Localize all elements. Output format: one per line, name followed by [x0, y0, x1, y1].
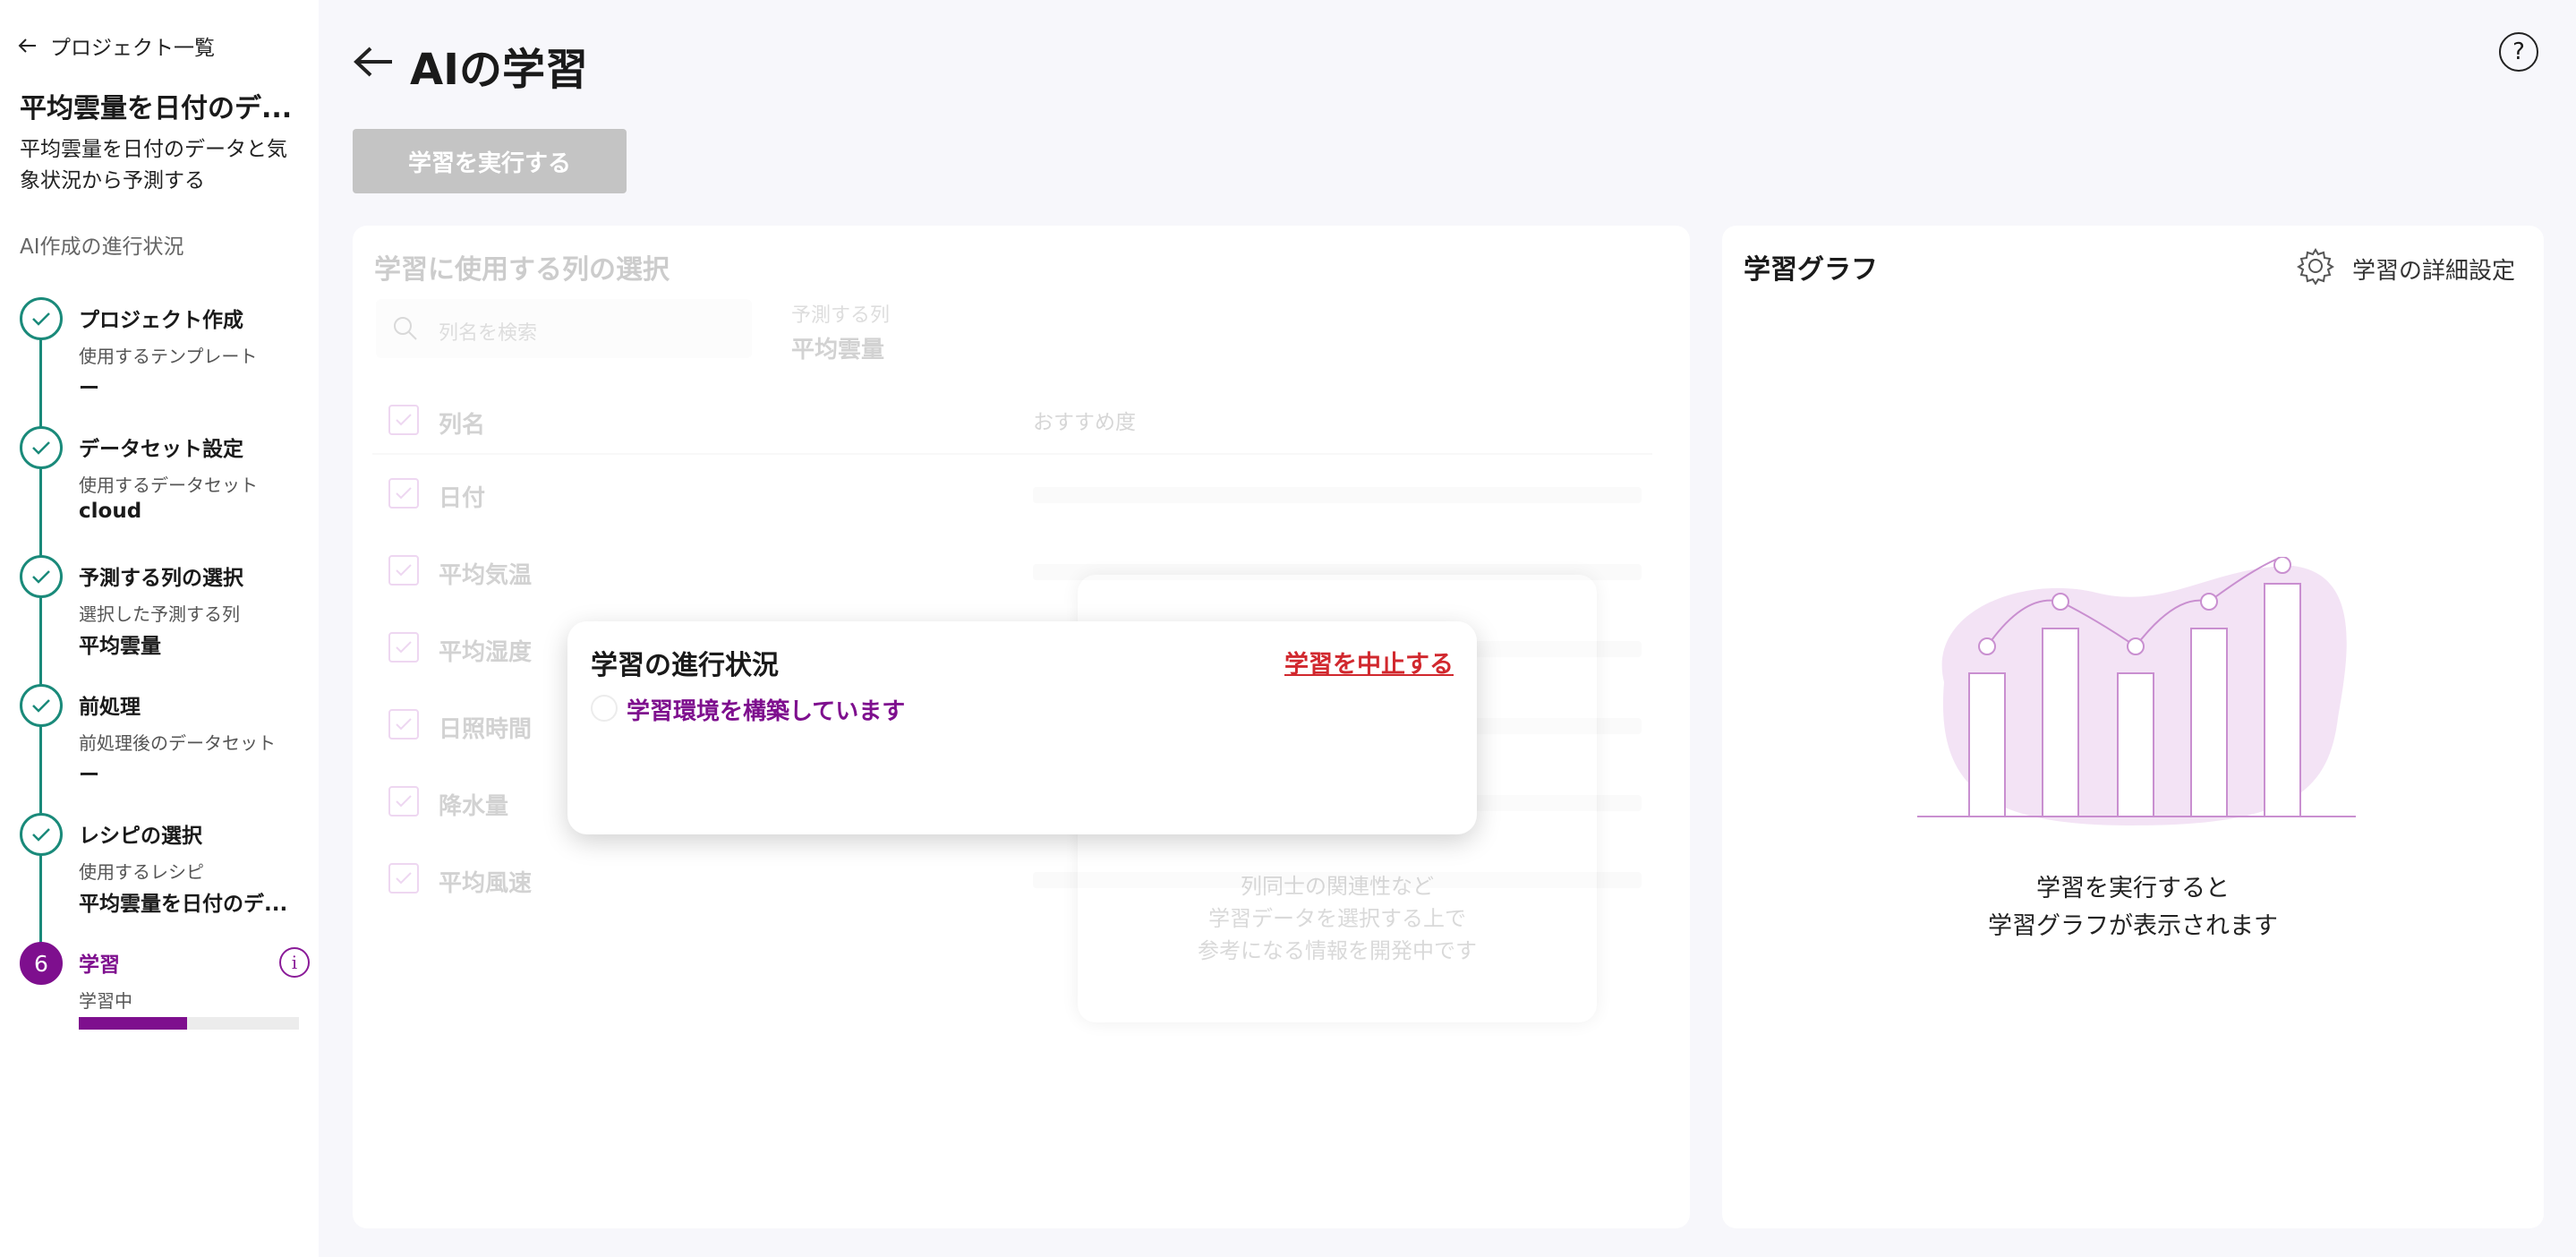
- check-icon: [396, 872, 412, 885]
- graph-empty-line2: 学習グラフが表示されます: [1988, 912, 2278, 940]
- check-icon: [396, 718, 412, 731]
- header-divider: [372, 453, 1652, 455]
- step-title: 予測する列の選択: [79, 567, 243, 590]
- target-column-label: 予測する列: [791, 304, 891, 327]
- check-icon: [396, 795, 412, 808]
- training-progress-fill: [79, 1017, 187, 1030]
- steps-connector: [39, 318, 42, 958]
- spinner-icon: [591, 695, 618, 722]
- column-checkbox[interactable]: [388, 709, 419, 740]
- project-title: 平均雲量を日付のデ...: [20, 93, 293, 124]
- column-checkbox[interactable]: [388, 632, 419, 663]
- check-icon: [20, 297, 63, 340]
- step-value: 平均雲量: [79, 635, 161, 658]
- step-title: レシピの選択: [79, 825, 202, 848]
- training-progress-bar: [79, 1017, 299, 1030]
- search-icon: [394, 317, 417, 340]
- step-title: プロジェクト作成: [79, 309, 243, 332]
- chart-illustration: [1917, 557, 2356, 825]
- search-placeholder: 列名を検索: [439, 322, 538, 345]
- column-header-recommend: おすすめ度: [1033, 411, 1136, 434]
- step-sub: 使用するレシピ: [79, 861, 204, 883]
- check-icon: [20, 426, 63, 469]
- check-icon: [396, 487, 412, 500]
- check-icon: [20, 813, 63, 856]
- column-row-name: 降水量: [439, 793, 509, 820]
- help-icon[interactable]: ?: [2499, 32, 2538, 72]
- info-line: 参考になる情報を開発中です: [1198, 938, 1477, 963]
- column-checkbox[interactable]: [388, 786, 419, 817]
- training-progress-modal: 学習の進行状況 学習を中止する 学習環境を構築しています: [567, 621, 1477, 834]
- info-line: 列同士の関連性など: [1241, 874, 1434, 899]
- training-graph-card: 学習グラフ 学習の詳細設定 学習を実行すると 学習グラフが表示されます: [1722, 226, 2544, 1228]
- progress-heading: AI作成の進行状況: [20, 235, 184, 259]
- step-value: ー: [79, 377, 99, 400]
- column-checkbox[interactable]: [388, 555, 419, 586]
- column-row-name: 平均湿度: [439, 639, 533, 666]
- check-icon: [396, 641, 412, 654]
- step-sub: 前処理後のデータセット: [79, 732, 276, 754]
- step-sub: 使用するデータセット: [79, 475, 258, 496]
- column-checkbox[interactable]: [388, 478, 419, 509]
- check-icon: [20, 555, 63, 598]
- column-row-name: 平均気温: [439, 562, 533, 589]
- select-all-checkbox[interactable]: [388, 405, 419, 435]
- column-select-title: 学習に使用する列の選択: [374, 254, 670, 286]
- back-to-projects-link[interactable]: プロジェクト一覧: [18, 30, 215, 61]
- step-title: 前処理: [79, 696, 141, 719]
- step-value: ー: [79, 764, 99, 787]
- training-status-text: 学習環境を構築しています: [627, 698, 906, 725]
- step-title: 学習: [79, 953, 120, 977]
- stop-training-link[interactable]: 学習を中止する: [1284, 645, 1454, 680]
- check-icon: [396, 414, 412, 426]
- graph-empty-message: 学習を実行すると 学習グラフが表示されます: [1722, 870, 2544, 945]
- step-number-badge: 6: [20, 942, 63, 985]
- modal-title: 学習の進行状況: [591, 650, 779, 681]
- step-value: 平均雲量を日付のデ...: [79, 893, 288, 916]
- back-arrow-icon[interactable]: [351, 39, 396, 84]
- arrow-left-icon: [18, 38, 36, 53]
- step-title: データセット設定: [79, 438, 243, 461]
- info-line: 学習データを選択する上で: [1208, 906, 1466, 931]
- target-column-value: 平均雲量: [791, 337, 885, 363]
- step-sub: 選択した予測する列: [79, 603, 240, 625]
- sidebar: プロジェクト一覧 平均雲量を日付のデ... 平均雲量を日付のデータと気象状況から…: [0, 0, 319, 1257]
- column-row-name: 平均風速: [439, 870, 533, 897]
- column-checkbox[interactable]: [388, 863, 419, 894]
- column-header-name: 列名: [439, 412, 486, 439]
- info-icon[interactable]: i: [279, 947, 310, 978]
- graph-title: 学習グラフ: [1744, 254, 1878, 286]
- run-training-button[interactable]: 学習を実行する: [353, 129, 627, 193]
- column-row-name: 日付: [439, 485, 486, 512]
- gear-icon[interactable]: [2297, 247, 2334, 285]
- check-icon: [396, 564, 412, 577]
- page-title: AIの学習: [410, 45, 589, 95]
- step-sub: 使用するテンプレート: [79, 346, 258, 367]
- training-settings-link[interactable]: 学習の詳細設定: [2352, 252, 2515, 286]
- search-input[interactable]: 列名を検索: [376, 299, 752, 358]
- recommend-bar: [1033, 487, 1642, 503]
- step-value: cloud: [79, 500, 142, 523]
- check-icon: [20, 684, 63, 727]
- column-row-name: 日照時間: [439, 716, 533, 743]
- step-sub: 学習中: [79, 990, 132, 1012]
- back-link-label: プロジェクト一覧: [50, 37, 215, 60]
- graph-empty-line1: 学習を実行すると: [2036, 875, 2230, 902]
- project-description: 平均雲量を日付のデータと気象状況から予測する: [20, 138, 287, 192]
